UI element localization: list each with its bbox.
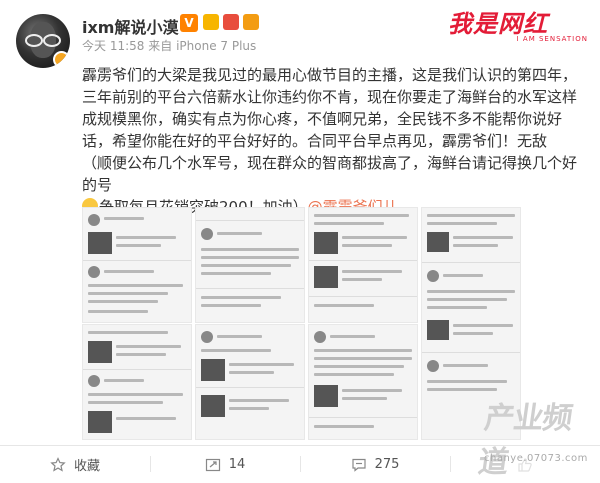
- avatar[interactable]: [16, 14, 70, 68]
- image-thumbnail-3[interactable]: [308, 207, 418, 323]
- like-button[interactable]: [450, 446, 600, 483]
- post-body: 霹雳爷们的大梁是我见过的最用心做节目的主播，这是我们认识的第四年，三年前别的平台…: [82, 64, 582, 218]
- source-prefix: 来自: [148, 39, 173, 53]
- image-thumbnail-4[interactable]: [82, 324, 192, 440]
- author-name[interactable]: ixm解说小漠: [82, 14, 178, 38]
- avatar-glasses: [25, 34, 61, 47]
- brand-logo-text: 我是网红: [448, 9, 548, 38]
- avatar-badge: [53, 51, 70, 68]
- post-text-main: 霹雳爷们的大梁是我见过的最用心做节目的主播，这是我们认识的第四年，三年前别的平台…: [82, 66, 578, 150]
- repost-count: 14: [228, 457, 246, 472]
- post-time[interactable]: 今天 11:58: [82, 39, 144, 53]
- post-meta: 今天 11:58 来自 iPhone 7 Plus: [82, 37, 256, 54]
- comment-icon: [351, 457, 367, 473]
- repost-button[interactable]: 14: [150, 446, 300, 483]
- repost-icon: [205, 457, 221, 473]
- favorite-label: 收藏: [73, 459, 100, 474]
- comment-button[interactable]: 275: [300, 446, 450, 483]
- member-badges: [203, 14, 259, 30]
- image-thumbnail-5[interactable]: [195, 324, 305, 440]
- post-text-paren: （顺便公布几个水军号，现在群众的智商都拔高了，海鲜台请记得换几个好的号: [82, 154, 578, 194]
- verified-icon: V: [180, 14, 198, 32]
- fans-badge-icon: [243, 14, 259, 30]
- thumbs-up-icon: [517, 457, 533, 473]
- vip-badge-icon: [203, 14, 219, 30]
- favorite-button[interactable]: 收藏: [0, 446, 150, 483]
- brand-logo: 我是网红 I AM SENSATION: [448, 4, 594, 43]
- image-thumbnail-1[interactable]: [82, 207, 192, 323]
- image-grid: [82, 207, 418, 440]
- action-bar: 收藏 14 275: [0, 446, 600, 483]
- level-badge-icon: [223, 14, 239, 30]
- image-thumbnail-2[interactable]: [195, 207, 305, 323]
- star-icon: [50, 456, 66, 473]
- post-source[interactable]: iPhone 7 Plus: [176, 39, 256, 53]
- comment-count: 275: [374, 457, 400, 472]
- image-thumbnail-6[interactable]: [308, 324, 418, 440]
